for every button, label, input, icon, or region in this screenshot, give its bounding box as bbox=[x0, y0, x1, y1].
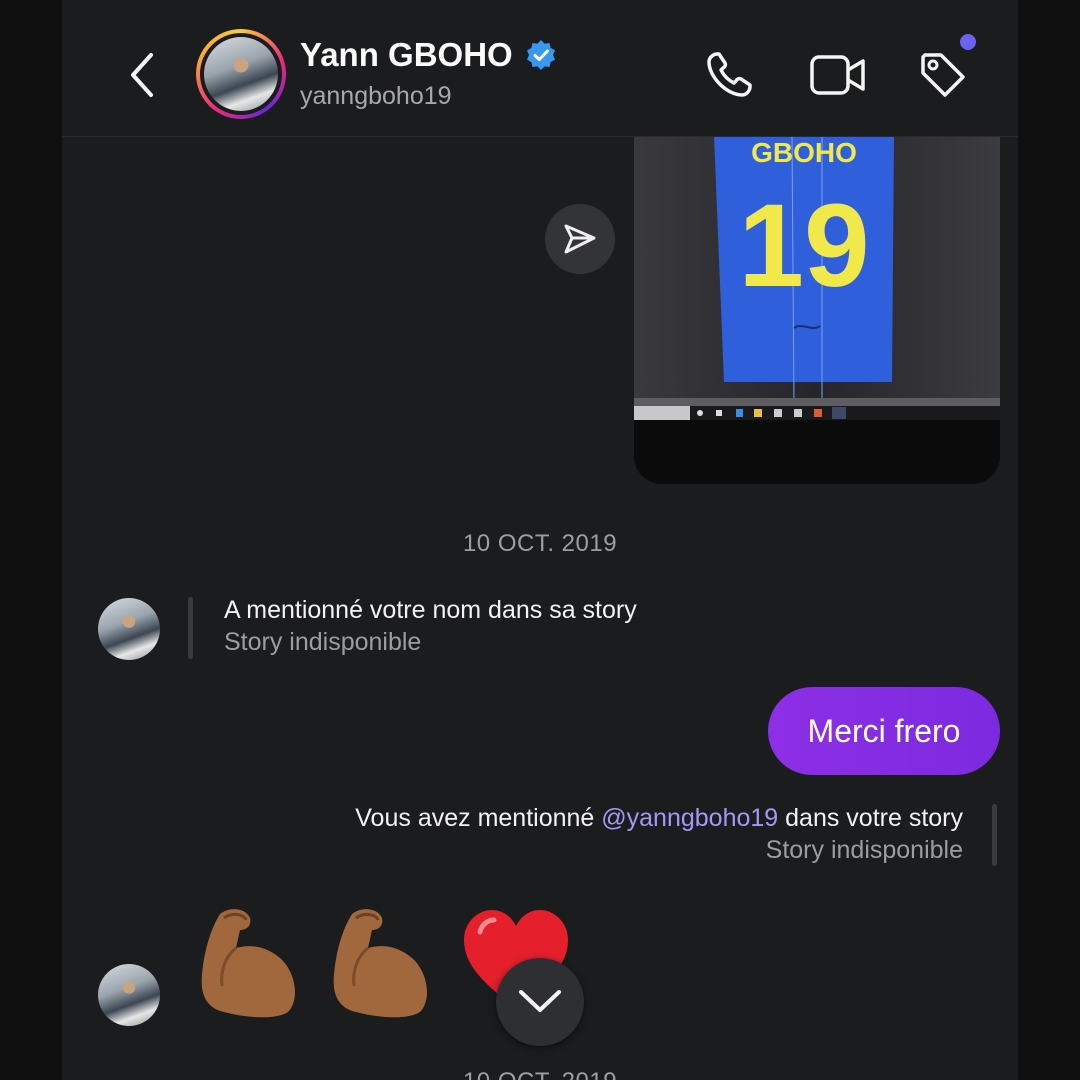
flexed-biceps-emoji bbox=[201, 909, 295, 1018]
story-mention-sent[interactable]: Vous avez mentionné @yanngboho19 dans vo… bbox=[355, 802, 963, 866]
date-separator: 10 OCT. 2019 bbox=[462, 530, 618, 557]
mention-divider bbox=[188, 597, 193, 659]
sent-message-bubble[interactable]: Merci frero bbox=[768, 687, 1000, 775]
jersey-number: 19 bbox=[738, 180, 869, 312]
thread-header: Yann GBOHO yanngboho19 bbox=[62, 0, 1018, 137]
dm-thread-screen: Yann GBOHO yanngboho19 GBOHO 19 10 OCT. … bbox=[62, 0, 1018, 1080]
flexed-biceps-emoji bbox=[333, 909, 427, 1018]
back-chevron-icon bbox=[131, 53, 153, 97]
mention-handle-link[interactable]: @yanngboho19 bbox=[601, 804, 778, 832]
back-button[interactable] bbox=[122, 50, 162, 100]
sender-avatar[interactable] bbox=[98, 964, 160, 1026]
scroll-to-bottom-button[interactable] bbox=[496, 958, 584, 1046]
mention-divider bbox=[992, 804, 997, 866]
phone-icon bbox=[707, 52, 752, 97]
tag-icon bbox=[921, 53, 965, 97]
verified-badge-icon bbox=[526, 40, 555, 70]
jersey-name: GBOHO bbox=[751, 137, 857, 168]
video-call-button[interactable] bbox=[808, 48, 868, 102]
video-camera-icon bbox=[810, 55, 865, 95]
share-button[interactable] bbox=[545, 204, 615, 274]
contact-name[interactable]: Yann GBOHO bbox=[300, 36, 557, 74]
tag-button[interactable] bbox=[916, 48, 970, 102]
jersey-screenshot: GBOHO 19 bbox=[634, 136, 1000, 484]
chevron-down-icon bbox=[519, 990, 561, 1012]
date-separator: 10 OCT. 2019 bbox=[62, 1068, 1018, 1080]
send-arrow-icon bbox=[564, 224, 596, 254]
sender-avatar[interactable] bbox=[98, 598, 160, 660]
story-mention-received[interactable]: A mentionné votre nom dans sa story Stor… bbox=[224, 594, 637, 658]
notification-dot bbox=[960, 34, 976, 50]
voice-call-button[interactable] bbox=[702, 48, 756, 102]
shared-image-message[interactable]: GBOHO 19 bbox=[634, 136, 1000, 484]
profile-avatar[interactable] bbox=[196, 29, 286, 119]
avatar-photo bbox=[204, 37, 278, 111]
contact-username: yanngboho19 bbox=[300, 82, 452, 110]
